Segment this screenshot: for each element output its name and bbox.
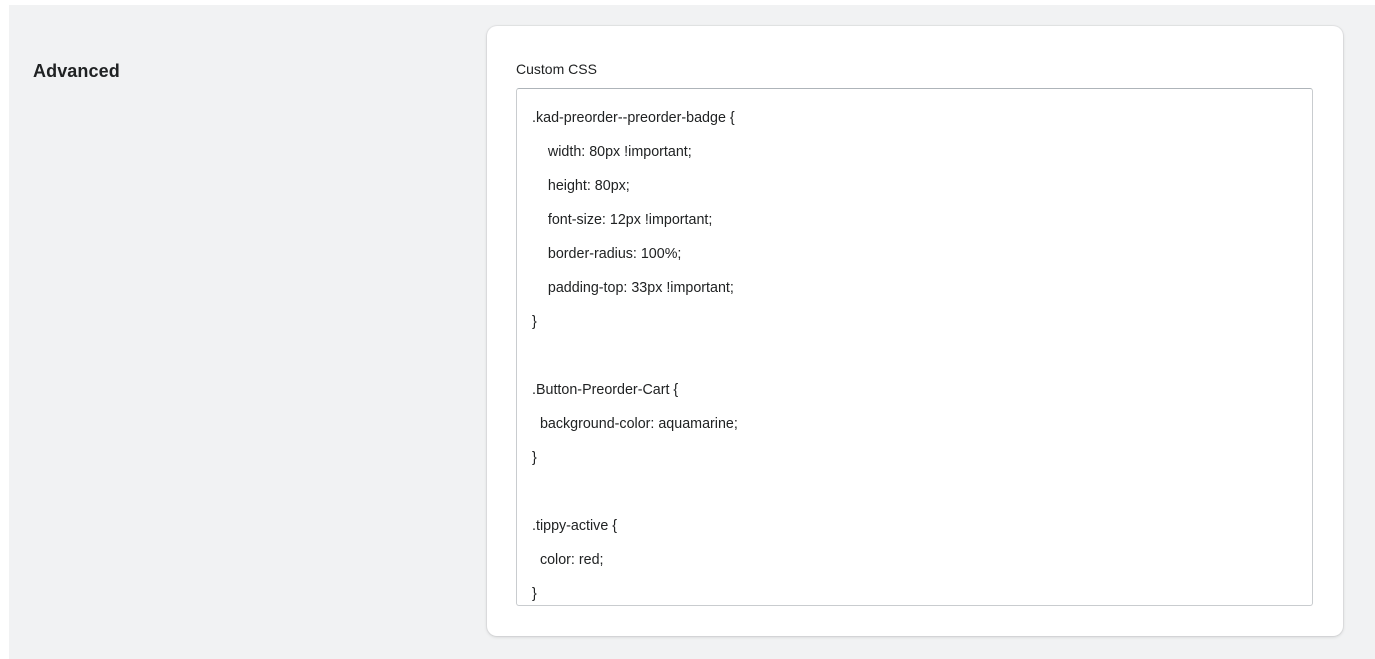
custom-css-textarea[interactable] — [516, 88, 1313, 606]
section-title-advanced: Advanced — [33, 61, 120, 81]
custom-css-label: Custom CSS — [516, 61, 597, 77]
